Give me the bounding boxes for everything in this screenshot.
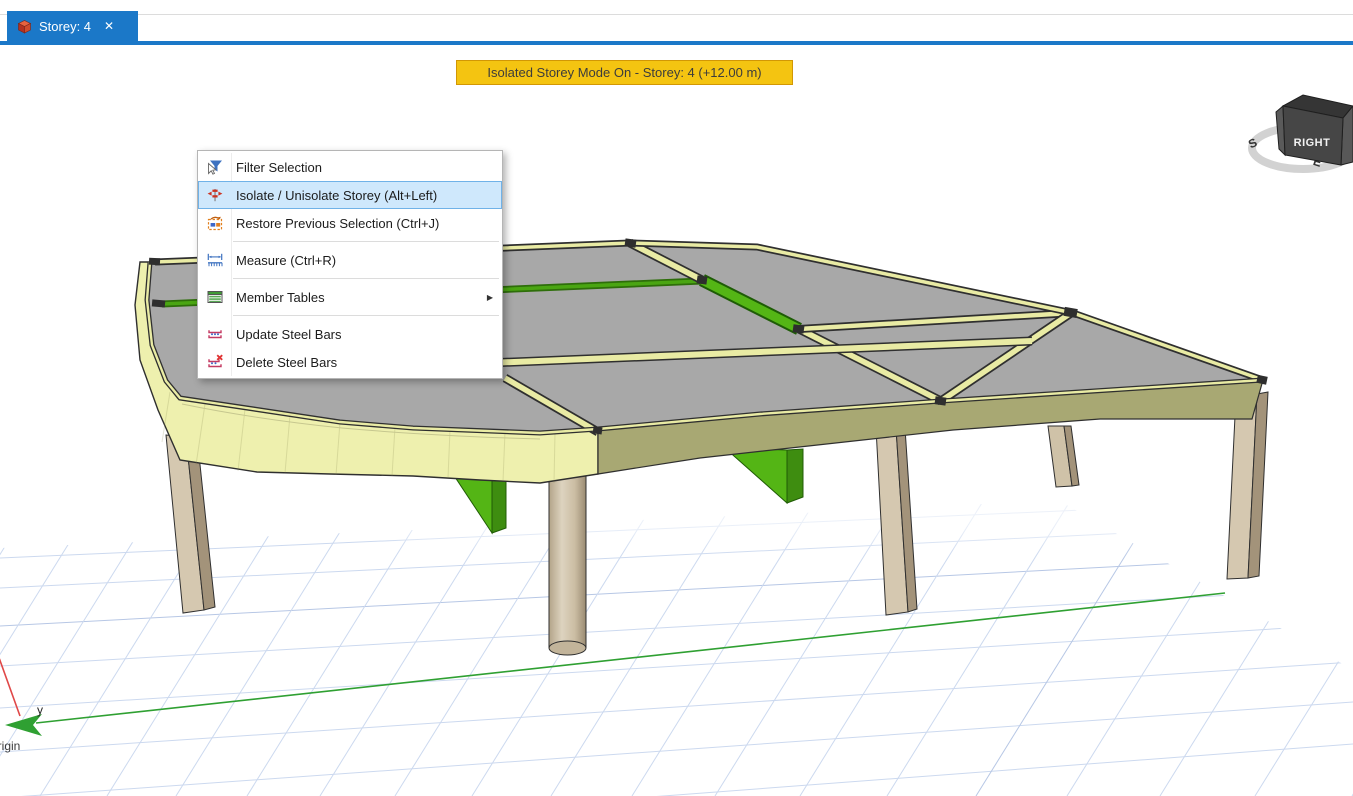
tab-storey-4[interactable]: Storey: 4 ✕ bbox=[7, 11, 138, 41]
menu-item-filter-selection[interactable]: Filter Selection bbox=[198, 153, 502, 181]
context-menu: Filter Selection Isolate / Unisolate Sto… bbox=[197, 150, 503, 379]
submenu-arrow-icon: ▶ bbox=[487, 293, 493, 302]
isolate-storey-icon bbox=[198, 187, 231, 203]
x-axis bbox=[0, 655, 20, 716]
menu-separator bbox=[233, 278, 499, 279]
column-right[interactable] bbox=[1227, 392, 1268, 579]
menu-item-label: Restore Previous Selection (Ctrl+J) bbox=[236, 216, 439, 231]
menu-item-label: Isolate / Unisolate Storey (Alt+Left) bbox=[236, 188, 437, 203]
y-axis-label: y bbox=[37, 703, 43, 717]
tab-bar-underline bbox=[0, 41, 1353, 45]
delete-steel-bars-icon bbox=[198, 354, 231, 370]
origin-label: origin bbox=[0, 739, 20, 753]
member-tables-icon bbox=[198, 289, 231, 305]
menu-item-member-tables[interactable]: Member Tables ▶ bbox=[198, 283, 502, 311]
view-cube-front-label[interactable]: RIGHT bbox=[1294, 137, 1331, 149]
storey-cube-icon bbox=[17, 19, 32, 34]
menu-item-label: Member Tables bbox=[236, 290, 325, 305]
menu-separator bbox=[233, 241, 499, 242]
isolated-storey-banner: Isolated Storey Mode On - Storey: 4 (+12… bbox=[456, 60, 793, 85]
view-cube[interactable]: S E W RIGHT bbox=[1246, 95, 1353, 170]
menu-separator bbox=[233, 315, 499, 316]
viewport-3d[interactable]: y origin bbox=[0, 0, 1353, 796]
tab-close-icon[interactable]: ✕ bbox=[104, 20, 114, 32]
menu-item-update-steel-bars[interactable]: Update Steel Bars bbox=[198, 320, 502, 348]
menu-item-label: Delete Steel Bars bbox=[236, 355, 337, 370]
measure-icon bbox=[198, 252, 231, 268]
menu-item-isolate-storey[interactable]: Isolate / Unisolate Storey (Alt+Left) bbox=[198, 181, 502, 209]
tab-bar-divider bbox=[0, 14, 1353, 15]
menu-item-measure[interactable]: Measure (Ctrl+R) bbox=[198, 246, 502, 274]
menu-item-label: Measure (Ctrl+R) bbox=[236, 253, 336, 268]
tab-bar: Storey: 4 ✕ bbox=[0, 0, 1353, 45]
menu-item-label: Filter Selection bbox=[236, 160, 322, 175]
menu-item-restore-selection[interactable]: Restore Previous Selection (Ctrl+J) bbox=[198, 209, 502, 237]
y-axis bbox=[36, 593, 1225, 723]
column-round[interactable] bbox=[549, 472, 586, 655]
restore-selection-icon bbox=[198, 215, 231, 231]
update-steel-bars-icon bbox=[198, 326, 231, 342]
filter-selection-icon bbox=[198, 159, 231, 175]
menu-item-delete-steel-bars[interactable]: Delete Steel Bars bbox=[198, 348, 502, 376]
column-middle[interactable] bbox=[876, 428, 917, 615]
tab-label: Storey: 4 bbox=[39, 19, 91, 34]
menu-item-label: Update Steel Bars bbox=[236, 327, 342, 342]
